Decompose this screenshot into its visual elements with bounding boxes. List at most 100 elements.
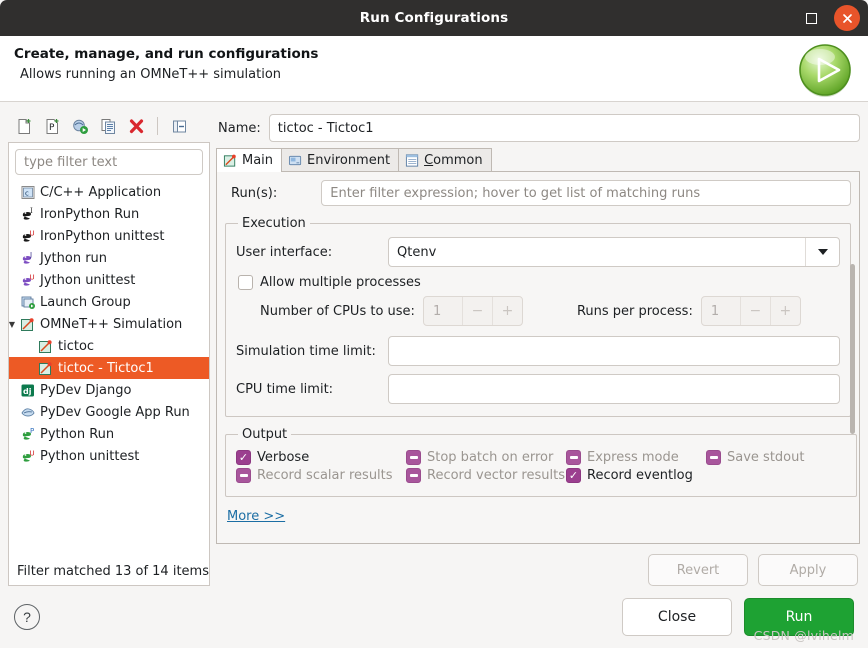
panel-scrollbar-thumb[interactable] bbox=[850, 264, 855, 434]
svg-text:I: I bbox=[30, 207, 33, 215]
filter-wrapper bbox=[9, 143, 209, 179]
svg-text:U: U bbox=[29, 229, 34, 237]
svg-text:U: U bbox=[29, 273, 34, 281]
configurations-tree[interactable]: c C/C++ Application I IronPython Run U Iron… bbox=[9, 179, 209, 560]
record-eventlog-checkbox[interactable]: ✓ bbox=[566, 468, 581, 483]
runs-per-process-value: 1 bbox=[710, 303, 720, 319]
runs-per-process-increment-button[interactable]: + bbox=[769, 297, 800, 325]
user-interface-select[interactable]: Qtenv bbox=[388, 237, 840, 267]
simulation-time-limit-row: Simulation time limit: bbox=[236, 336, 840, 366]
svg-text:P: P bbox=[49, 123, 55, 133]
tab-main[interactable]: Main bbox=[216, 148, 283, 172]
apply-bar: Revert Apply bbox=[216, 544, 860, 586]
tree-item-python-run[interactable]: P Python Run bbox=[9, 423, 209, 445]
tree-item-tictoc-tictoc1[interactable]: tictoc - Tictoc1 bbox=[9, 357, 209, 379]
new-configuration-icon[interactable] bbox=[14, 116, 34, 136]
panel-scrollbar[interactable] bbox=[848, 174, 857, 541]
close-button[interactable]: Close bbox=[622, 598, 732, 636]
tree-item-python-unittest[interactable]: U Python unittest bbox=[9, 445, 209, 467]
python-unittest-icon: U bbox=[19, 448, 36, 464]
allow-multiple-processes-checkbox[interactable] bbox=[238, 275, 253, 290]
record-vector-results-checkbox[interactable] bbox=[406, 468, 421, 483]
collapse-all-icon[interactable] bbox=[169, 116, 189, 136]
execution-group: Execution User interface: Qtenv Allow mu… bbox=[225, 216, 851, 417]
tree-item-label: Jython run bbox=[40, 250, 108, 266]
name-input[interactable] bbox=[268, 114, 860, 142]
omnetpp-config-icon bbox=[37, 360, 54, 376]
execution-legend: Execution bbox=[242, 216, 306, 231]
dash-icon bbox=[569, 456, 578, 459]
page-subtitle: Allows running an OMNeT++ simulation bbox=[20, 67, 282, 82]
save-stdout-checkbox[interactable] bbox=[706, 450, 721, 465]
runs-label: Run(s): bbox=[231, 185, 278, 201]
verbose-checkbox[interactable]: ✓ bbox=[236, 450, 251, 465]
tree-item-omnet-simulation[interactable]: ▼ OMNeT++ Simulation bbox=[9, 313, 209, 335]
tree-item-label: PyDev Django bbox=[40, 382, 132, 398]
tree-item-ironpython-run[interactable]: I IronPython Run bbox=[9, 203, 209, 225]
record-scalar-results-checkbox[interactable] bbox=[236, 468, 251, 483]
simulation-time-limit-input[interactable] bbox=[388, 336, 840, 366]
window-title: Run Configurations bbox=[359, 10, 509, 26]
dialog-footer: ? Close Run CSDN @lvihelm bbox=[0, 586, 868, 648]
cpus-increment-button[interactable]: + bbox=[491, 297, 522, 325]
cpu-time-limit-input[interactable] bbox=[388, 374, 840, 404]
tree-item-pydev-django[interactable]: dj PyDev Django bbox=[9, 379, 209, 401]
cpus-stepper[interactable]: 1 − + bbox=[422, 296, 523, 326]
tree-item-label: IronPython Run bbox=[40, 206, 140, 222]
omnetpp-config-icon bbox=[223, 154, 238, 168]
tree-item-label: tictoc bbox=[58, 338, 95, 354]
user-interface-row: User interface: Qtenv bbox=[236, 237, 840, 267]
tree-item-tictoc[interactable]: tictoc bbox=[9, 335, 209, 357]
filter-input[interactable] bbox=[15, 149, 203, 175]
configuration-editor: Name: Main Environment Common Run(s): bbox=[216, 110, 860, 586]
runs-per-process-stepper[interactable]: 1 − + bbox=[700, 296, 801, 326]
run-button[interactable]: Run bbox=[744, 598, 854, 636]
delete-icon[interactable] bbox=[126, 116, 146, 136]
more-options-link[interactable]: More >> bbox=[227, 509, 285, 524]
cpus-decrement-button[interactable]: − bbox=[461, 297, 492, 325]
output-option: Express mode bbox=[566, 450, 706, 465]
tab-label: Main bbox=[242, 153, 274, 168]
pydev-django-icon: dj bbox=[19, 382, 36, 398]
environment-icon bbox=[288, 153, 303, 167]
export-icon[interactable] bbox=[70, 116, 90, 136]
tab-strip: Main Environment Common bbox=[216, 148, 860, 172]
runs-per-process-decrement-button[interactable]: − bbox=[739, 297, 770, 325]
apply-button[interactable]: Apply bbox=[758, 554, 858, 586]
tree-item-c-c-application[interactable]: c C/C++ Application bbox=[9, 181, 209, 203]
express-mode-checkbox[interactable] bbox=[566, 450, 581, 465]
close-window-button[interactable] bbox=[834, 5, 860, 31]
tree-item-ironpython-unittest[interactable]: U IronPython unittest bbox=[9, 225, 209, 247]
omnetpp-simulation-icon bbox=[19, 316, 36, 332]
output-option: Record scalar results bbox=[236, 468, 406, 483]
tree-item-label: Launch Group bbox=[40, 294, 131, 310]
dialog-header: Create, manage, and run configurations A… bbox=[0, 36, 868, 102]
help-button[interactable]: ? bbox=[14, 604, 40, 630]
omnetpp-config-icon bbox=[37, 338, 54, 354]
dash-icon bbox=[239, 474, 248, 477]
duplicate-icon[interactable] bbox=[98, 116, 118, 136]
express-mode-label: Express mode bbox=[587, 450, 679, 465]
tab-label: Common bbox=[424, 152, 483, 168]
configurations-toolbar: P bbox=[8, 110, 210, 142]
record-eventlog-label: Record eventlog bbox=[587, 468, 693, 483]
tab-common[interactable]: Common bbox=[398, 148, 492, 171]
verbose-label: Verbose bbox=[257, 450, 310, 465]
stop-batch-on-error-checkbox[interactable] bbox=[406, 450, 421, 465]
page-title: Create, manage, and run configurations bbox=[14, 46, 319, 62]
save-stdout-label: Save stdout bbox=[727, 450, 805, 465]
ironpython-run-icon: I bbox=[19, 206, 36, 222]
runs-filter-input[interactable] bbox=[321, 180, 851, 206]
launch-group-icon bbox=[19, 294, 36, 310]
tree-item-jython-unittest[interactable]: U Jython unittest bbox=[9, 269, 209, 291]
maximize-button[interactable] bbox=[798, 5, 824, 31]
output-legend: Output bbox=[242, 427, 288, 442]
tree-item-launch-group[interactable]: Launch Group bbox=[9, 291, 209, 313]
tree-item-pydev-google-app-run[interactable]: PyDev Google App Run bbox=[9, 401, 209, 423]
revert-button[interactable]: Revert bbox=[648, 554, 748, 586]
tab-environment[interactable]: Environment bbox=[281, 148, 400, 171]
dash-icon bbox=[709, 456, 718, 459]
tree-item-jython-run[interactable]: J Jython run bbox=[9, 247, 209, 269]
chevron-down-icon[interactable]: ▼ bbox=[9, 320, 19, 329]
new-prototype-icon[interactable]: P bbox=[42, 116, 62, 136]
